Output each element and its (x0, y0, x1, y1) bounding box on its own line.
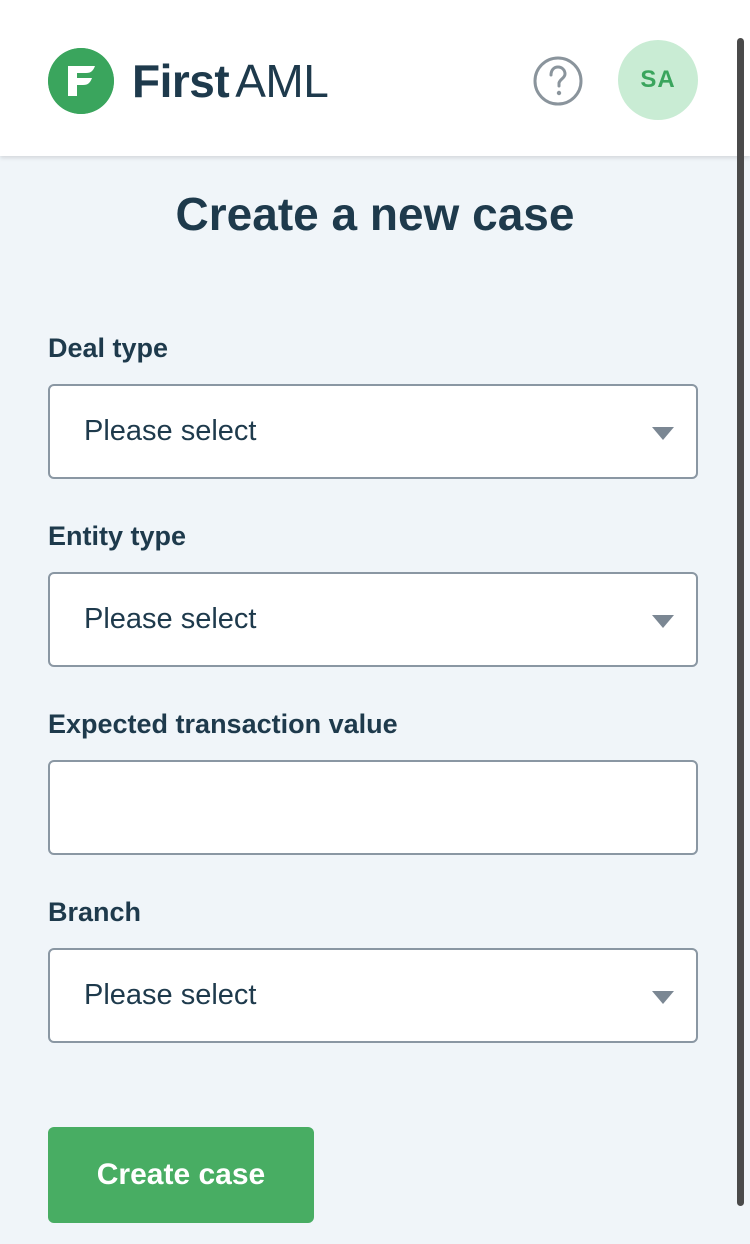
brand-logo[interactable]: First AML (48, 48, 329, 114)
deal-type-select[interactable]: Please select (48, 384, 698, 479)
deal-type-value: Please select (84, 415, 257, 447)
chevron-down-icon (652, 427, 674, 440)
transaction-value-input[interactable] (50, 762, 696, 853)
create-case-button[interactable]: Create case (48, 1127, 314, 1223)
brand-name: First AML (132, 48, 329, 114)
entity-type-value: Please select (84, 603, 257, 635)
app-header: First AML SA (0, 0, 750, 156)
chevron-down-icon (652, 991, 674, 1004)
transaction-value-field[interactable] (48, 760, 698, 855)
branch-value: Please select (84, 979, 257, 1011)
page-title: Create a new case (175, 188, 575, 240)
brand-name-light: AML (235, 55, 329, 107)
page-scrollbar[interactable] (737, 38, 744, 1206)
deal-type-label: Deal type (48, 333, 169, 363)
entity-type-label: Entity type (48, 521, 187, 551)
transaction-value-label: Expected transaction value (48, 709, 398, 739)
user-avatar[interactable]: SA (618, 40, 698, 120)
branch-select[interactable]: Please select (48, 948, 698, 1043)
question-circle-icon[interactable] (532, 55, 584, 107)
brand-name-strong: First (132, 55, 230, 107)
entity-type-select[interactable]: Please select (48, 572, 698, 667)
first-aml-logo-icon (48, 48, 114, 114)
chevron-down-icon (652, 615, 674, 628)
branch-label: Branch (48, 897, 142, 927)
